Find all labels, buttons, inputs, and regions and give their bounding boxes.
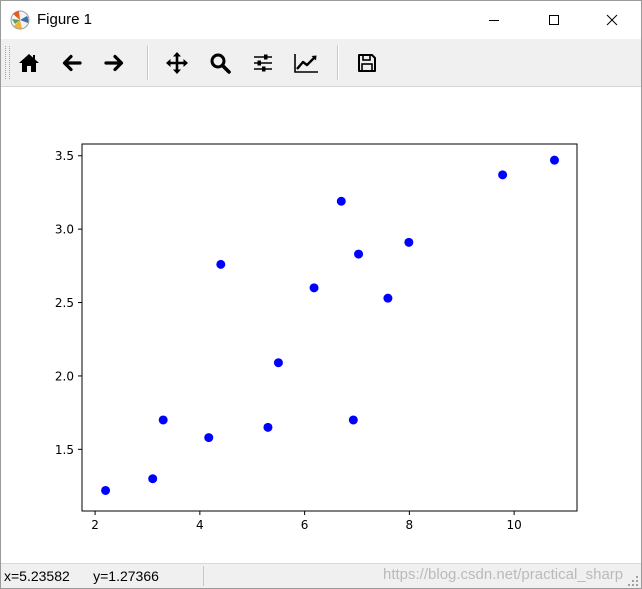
y-axis: 1.5 2.0 2.5 3.0 3.5	[55, 149, 82, 457]
figure-window: Figure 1 2 4 6 8 10 1.5 2.0 2.5 3.0 3.5 …	[0, 0, 642, 589]
pan-button[interactable]	[161, 47, 193, 79]
x-tick-label: 2	[91, 518, 99, 532]
y-tick-label: 3.0	[55, 223, 74, 237]
navigation-toolbar	[1, 39, 641, 87]
line-chart-icon	[294, 54, 318, 73]
watermark-text: https://blog.csdn.net/practical_sharp	[383, 566, 624, 583]
y-tick-label: 2.5	[55, 296, 74, 310]
close-icon	[606, 14, 618, 26]
sliders-icon	[254, 54, 272, 72]
toolbar-grip[interactable]	[5, 46, 10, 79]
status-separator	[203, 566, 204, 586]
back-button[interactable]	[56, 47, 88, 79]
minimize-button[interactable]	[471, 1, 517, 39]
scatter-point	[498, 170, 508, 180]
scatter-chart[interactable]: 2 4 6 8 10 1.5 2.0 2.5 3.0 3.5	[1, 87, 641, 563]
title-bar[interactable]: Figure 1	[1, 1, 641, 39]
arrow-left-icon	[62, 54, 82, 72]
status-bar: x=5.23582 y=1.27366 https://blog.csdn.ne…	[1, 563, 641, 588]
move-icon	[166, 52, 188, 74]
scatter-point	[273, 358, 283, 368]
home-button[interactable]	[13, 47, 45, 79]
scatter-point	[404, 237, 414, 247]
arrow-right-icon	[104, 54, 124, 72]
y-tick-label: 1.5	[55, 443, 74, 457]
axes-frame	[81, 143, 578, 512]
maximize-button[interactable]	[531, 1, 577, 39]
scatter-point	[158, 415, 168, 425]
x-tick-label: 4	[196, 518, 204, 532]
subplots-button[interactable]	[247, 47, 279, 79]
matplotlib-icon	[10, 10, 30, 30]
window-title: Figure 1	[37, 11, 93, 28]
y-tick-label: 2.0	[55, 369, 74, 383]
x-axis: 2 4 6 8 10	[91, 511, 522, 532]
scatter-point	[204, 433, 214, 443]
scatter-point	[263, 422, 273, 432]
toolbar-separator	[147, 45, 149, 80]
figure-canvas[interactable]: 2 4 6 8 10 1.5 2.0 2.5 3.0 3.5	[1, 87, 641, 563]
home-icon	[19, 54, 39, 72]
minimize-icon	[489, 20, 499, 21]
x-tick-label: 10	[507, 518, 522, 532]
toolbar-separator	[337, 45, 339, 80]
scatter-point	[336, 196, 346, 206]
scatter-point	[549, 155, 559, 165]
floppy-disk-icon	[358, 54, 376, 72]
maximize-icon	[549, 15, 559, 25]
cursor-coordinates: x=5.23582 y=1.27366	[4, 568, 159, 584]
scatter-point	[354, 249, 364, 259]
scatter-point	[101, 485, 111, 495]
y-tick-label: 3.5	[55, 149, 74, 163]
close-button[interactable]	[589, 1, 635, 39]
resize-grip-icon[interactable]	[627, 575, 639, 587]
scatter-point	[216, 259, 226, 269]
scatter-point	[148, 474, 158, 484]
magnifier-icon	[210, 53, 231, 74]
x-tick-label: 8	[406, 518, 414, 532]
forward-button[interactable]	[98, 47, 130, 79]
zoom-button[interactable]	[204, 47, 236, 79]
edit-axes-button[interactable]	[290, 47, 322, 79]
scatter-point	[348, 415, 358, 425]
x-tick-label: 6	[301, 518, 309, 532]
scatter-point	[383, 293, 393, 303]
scatter-point	[309, 283, 319, 293]
save-button[interactable]	[351, 47, 383, 79]
